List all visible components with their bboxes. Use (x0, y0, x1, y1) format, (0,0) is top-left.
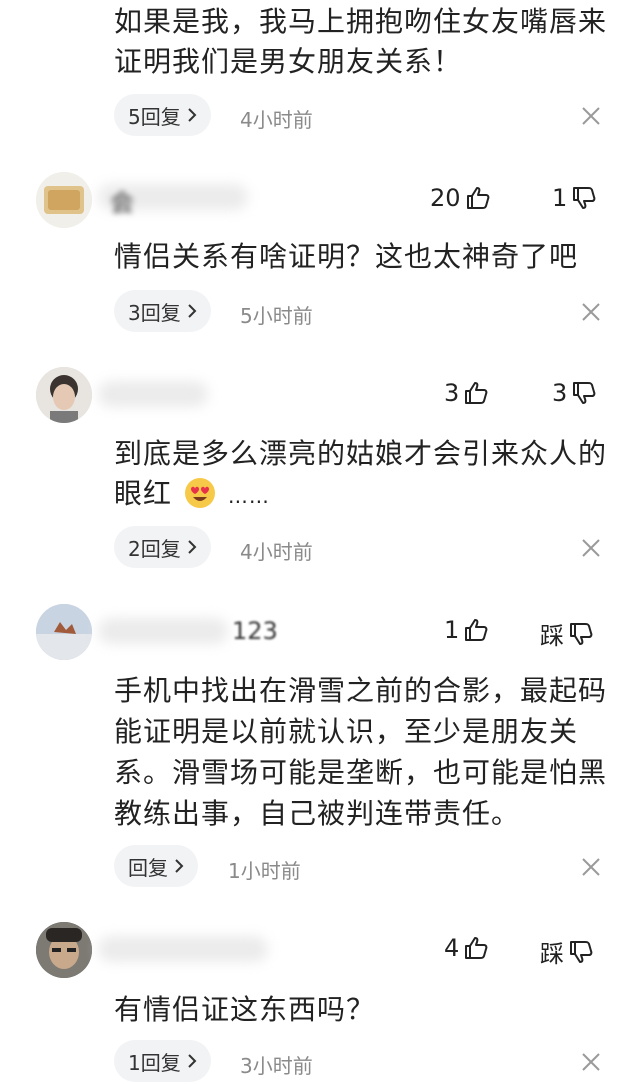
chevron-right-icon (187, 539, 197, 555)
thumb-up-icon (465, 185, 491, 211)
avatar[interactable] (36, 604, 92, 660)
dislike-button[interactable]: 3 (552, 379, 597, 407)
like-button[interactable]: 4 (444, 934, 489, 962)
username[interactable]: 会 (110, 183, 134, 218)
like-count: 1 (444, 616, 460, 644)
reply-button[interactable]: 1回复 (114, 1040, 211, 1082)
thumb-down-icon (568, 621, 594, 647)
thumb-up-icon (463, 617, 489, 643)
comment-time: 5小时前 (240, 304, 313, 328)
chevron-right-icon (187, 1053, 197, 1069)
comment-text: 手机中找出在滑雪之前的合影，最起码能证明是以前就认识，至少是朋友关系。滑雪场可能… (114, 674, 608, 830)
heart-eyes-emoji (184, 477, 216, 509)
dislike-label: 踩 (540, 940, 564, 968)
close-icon[interactable] (580, 105, 602, 127)
reply-label: 3回复 (128, 300, 181, 325)
avatar[interactable] (36, 922, 92, 978)
comment-time: 1小时前 (228, 859, 301, 883)
username-blur (98, 936, 268, 962)
thumb-down-icon (571, 380, 597, 406)
dislike-count: 1 (552, 184, 568, 212)
comment-time: 3小时前 (240, 1054, 313, 1078)
comment-text-tail: …… (227, 484, 270, 508)
dislike-label: 踩 (540, 622, 564, 650)
dislike-button[interactable]: 踩 (540, 934, 594, 969)
comment-time: 4小时前 (240, 108, 313, 132)
thumb-up-icon (463, 935, 489, 961)
like-button[interactable]: 1 (444, 616, 489, 644)
username-blur (98, 618, 228, 644)
reply-button[interactable]: 3回复 (114, 290, 211, 332)
avatar[interactable] (36, 367, 92, 423)
thumb-up-icon (463, 380, 489, 406)
dislike-button[interactable]: 踩 (540, 616, 594, 651)
like-count: 3 (444, 379, 460, 407)
reply-button[interactable]: 回复 (114, 845, 198, 887)
like-button[interactable]: 20 (430, 184, 491, 212)
dislike-count: 3 (552, 379, 568, 407)
username-blur (98, 381, 208, 407)
comment-text: 到底是多么漂亮的姑娘才会引来众人的眼红 …… (114, 434, 614, 516)
reply-label: 2回复 (128, 536, 181, 561)
comment-text: 如果是我，我马上拥抱吻住女友嘴唇来证明我们是男女朋友关系！ (114, 5, 608, 78)
chevron-right-icon (187, 107, 197, 123)
comment-text: 有情侣证这东西吗？ (114, 993, 376, 1026)
like-count: 20 (430, 184, 461, 212)
avatar[interactable] (36, 172, 92, 228)
close-icon[interactable] (580, 856, 602, 878)
comment-time: 4小时前 (240, 540, 313, 564)
username[interactable]: 123 (232, 617, 278, 645)
reply-label: 1回复 (128, 1050, 181, 1075)
close-icon[interactable] (580, 301, 602, 323)
chevron-right-icon (187, 303, 197, 319)
like-button[interactable]: 3 (444, 379, 489, 407)
close-icon[interactable] (580, 537, 602, 559)
thumb-down-icon (571, 185, 597, 211)
dislike-button[interactable]: 1 (552, 184, 597, 212)
reply-button[interactable]: 2回复 (114, 526, 211, 568)
comment-text: 情侣关系有啥证明？这也太神奇了吧 (114, 240, 579, 273)
close-icon[interactable] (580, 1051, 602, 1073)
reply-label: 5回复 (128, 104, 181, 129)
thumb-down-icon (568, 939, 594, 965)
reply-label: 回复 (128, 855, 168, 880)
like-count: 4 (444, 934, 460, 962)
reply-button[interactable]: 5回复 (114, 94, 211, 136)
chevron-right-icon (174, 858, 184, 874)
